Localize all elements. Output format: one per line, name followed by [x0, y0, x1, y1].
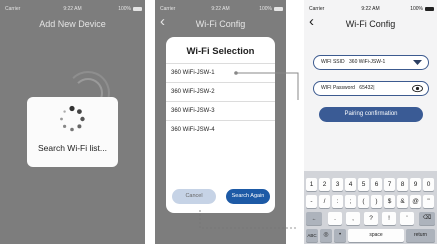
key-open-paren[interactable]: ( [358, 195, 369, 208]
key-period[interactable]: . [328, 212, 342, 225]
status-bar: Carrier 9:22 AM 100% [304, 6, 437, 14]
abc-key[interactable]: ABC [306, 229, 318, 242]
key-quote[interactable]: " [423, 195, 434, 208]
page-title: Wi-Fi Config [345, 19, 396, 29]
key-slash[interactable]: / [319, 195, 330, 208]
key-1[interactable]: 1 [306, 178, 317, 191]
key-2[interactable]: 2 [319, 178, 330, 191]
backspace-left-icon[interactable]: ← [306, 212, 322, 225]
wifi-ssid-field[interactable]: WIFI SSID 360 WiFi-JSW-1 [313, 55, 429, 70]
key-5[interactable]: 5 [358, 178, 369, 191]
key-3[interactable]: 3 [332, 178, 343, 191]
wifi-password-field[interactable]: WIFI Password 65432| [313, 81, 429, 96]
numeric-keyboard: 1 2 3 4 5 6 7 8 9 0 - / : ; ( ) $ & @ " … [304, 171, 437, 244]
key-close-paren[interactable]: ) [371, 195, 382, 208]
phone-screen-wifi-config: Carrier 9:22 AM 100% ‹ Wi-Fi Config WIFI… [304, 0, 437, 244]
key-7[interactable]: 7 [384, 178, 395, 191]
key-apostrophe[interactable]: ' [400, 212, 414, 225]
microphone-icon[interactable]: • [334, 229, 346, 242]
key-colon[interactable]: : [332, 195, 343, 208]
key-8[interactable]: 8 [397, 178, 408, 191]
key-9[interactable]: 9 [410, 178, 421, 191]
key-dash[interactable]: - [306, 195, 317, 208]
key-question[interactable]: ? [364, 212, 378, 225]
key-comma[interactable]: , [346, 212, 360, 225]
key-0[interactable]: 0 [423, 178, 434, 191]
password-value: 65432| [359, 85, 375, 91]
battery-icon [425, 7, 434, 11]
key-at[interactable]: @ [410, 195, 421, 208]
return-key[interactable]: return [406, 229, 435, 242]
password-label: WIFI Password [321, 85, 355, 91]
key-exclamation[interactable]: ! [382, 212, 396, 225]
space-key[interactable]: space [348, 229, 404, 242]
delete-icon[interactable]: ⌫ [419, 212, 435, 225]
globe-icon[interactable]: ◎ [320, 229, 332, 242]
ssid-label: WIFI SSID [321, 59, 345, 65]
app-flow-canvas: Carrier 9:22 AM 100% Add New Device Sear… [0, 0, 437, 244]
eye-icon[interactable] [412, 84, 423, 93]
key-6[interactable]: 6 [371, 178, 382, 191]
key-dollar[interactable]: $ [384, 195, 395, 208]
key-ampersand[interactable]: & [397, 195, 408, 208]
key-semicolon[interactable]: ; [345, 195, 356, 208]
key-4[interactable]: 4 [345, 178, 356, 191]
pairing-confirmation-button[interactable]: Pairing confirmation [319, 107, 423, 122]
battery-percent: 100% [410, 6, 423, 12]
ssid-value: 360 WiFi-JSW-1 [349, 59, 386, 65]
dropdown-triangle-icon[interactable] [413, 59, 422, 66]
